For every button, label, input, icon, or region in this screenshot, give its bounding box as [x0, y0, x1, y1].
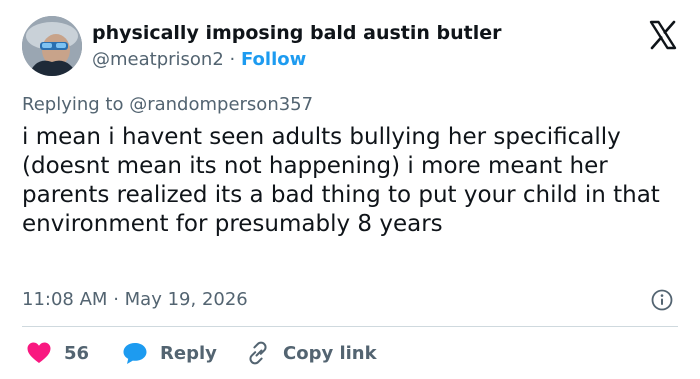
- tweet-card: physically imposing bald austin butler @…: [0, 0, 700, 379]
- tweet-text: i mean i havent seen adults bullying her…: [22, 124, 660, 237]
- tweet-timestamp[interactable]: 11:08 AM · May 19, 2026: [22, 289, 248, 310]
- x-logo-icon[interactable]: [648, 20, 678, 50]
- avatar-image: [22, 16, 82, 76]
- copy-link-label: Copy link: [283, 342, 377, 364]
- tweet-time: 11:08 AM: [22, 289, 108, 310]
- reply-label: Reply: [160, 342, 217, 364]
- author-display-name[interactable]: physically imposing bald austin butler: [92, 22, 502, 44]
- reply-bubble-icon: [123, 343, 147, 364]
- author-avatar[interactable]: [22, 16, 82, 76]
- handle-separator: ·: [229, 49, 236, 70]
- reply-context: Replying to @randomperson357: [22, 94, 313, 115]
- reply-button[interactable]: Reply: [122, 340, 217, 366]
- tweet-date: May 19, 2026: [124, 289, 248, 310]
- like-count: 56: [64, 342, 90, 364]
- timestamp-separator: ·: [113, 289, 119, 310]
- author-handle-row: @meatprison2 · Follow: [92, 49, 306, 70]
- like-button[interactable]: 56: [26, 340, 89, 366]
- author-handle[interactable]: @meatprison2: [92, 49, 224, 70]
- reply-prefix: Replying to: [22, 94, 124, 115]
- copy-link-button[interactable]: Copy link: [245, 340, 377, 366]
- actions-divider: [22, 326, 678, 327]
- link-icon: [249, 341, 267, 365]
- info-icon[interactable]: [651, 289, 673, 311]
- reply-mention-link[interactable]: @randomperson357: [129, 94, 313, 115]
- heart-icon: [27, 342, 51, 363]
- follow-button[interactable]: Follow: [241, 49, 306, 70]
